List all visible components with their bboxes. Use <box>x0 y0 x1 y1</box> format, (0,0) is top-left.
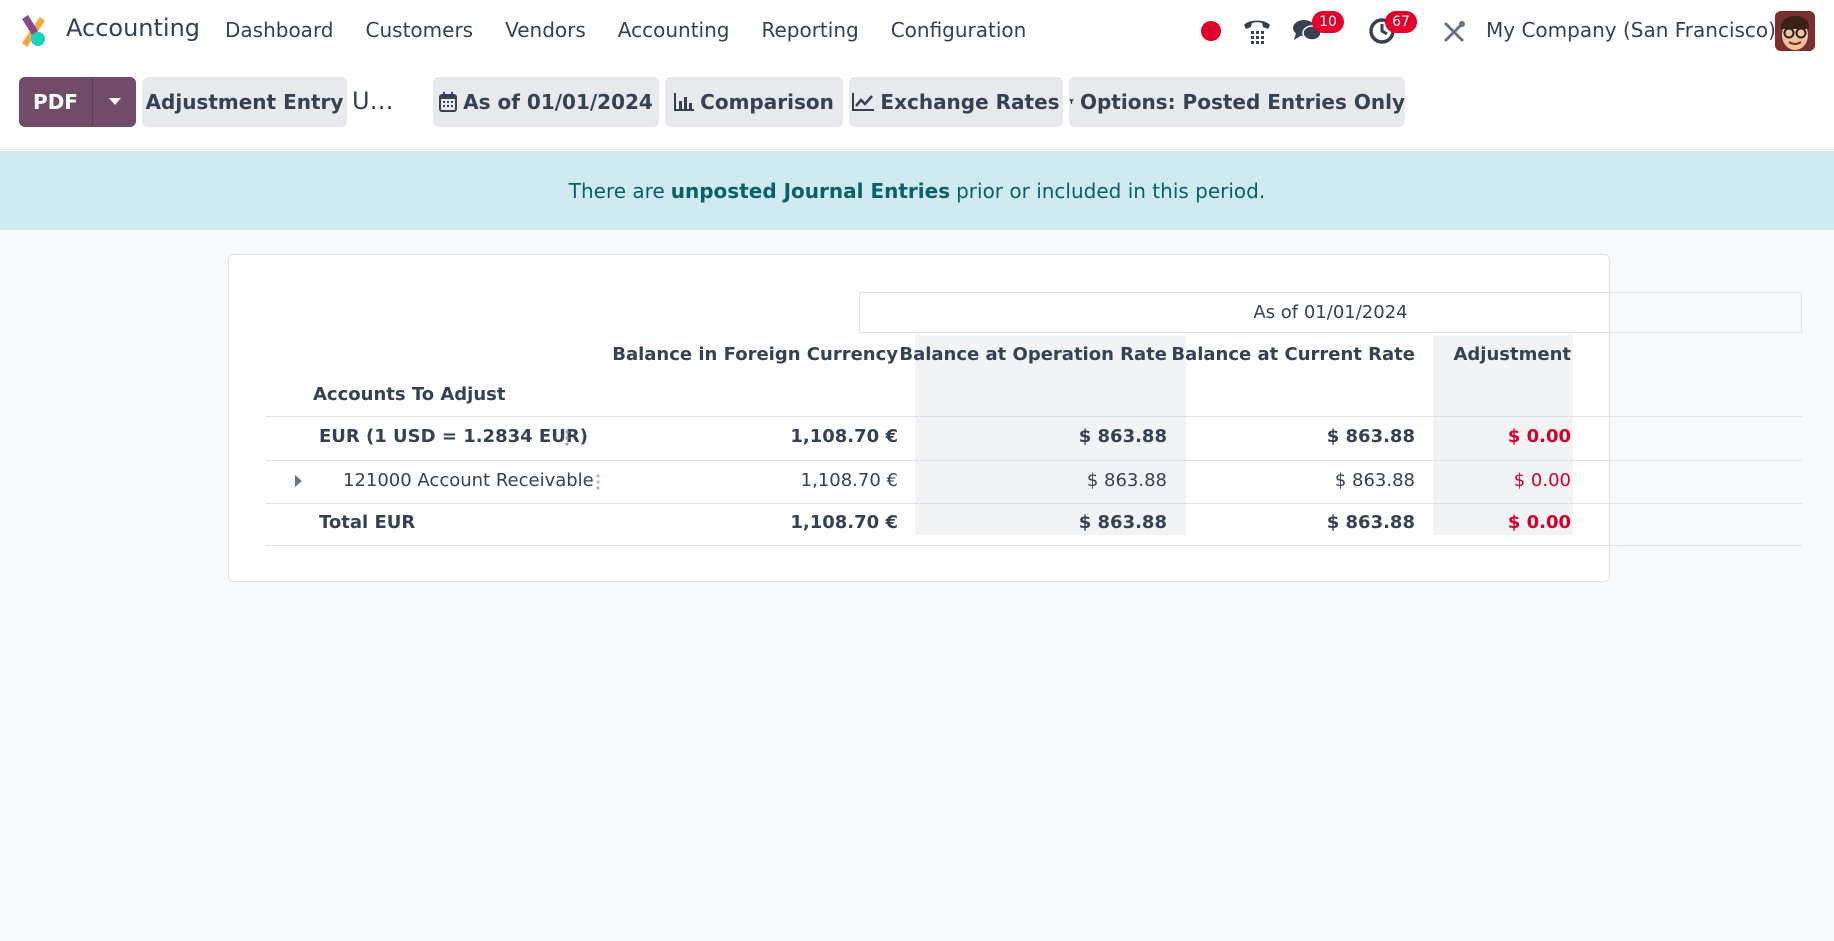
kebab-menu-icon[interactable] <box>596 473 600 491</box>
recording-dot-icon[interactable] <box>1201 21 1221 41</box>
period-header: As of 01/01/2024 <box>859 292 1802 333</box>
line-chart-icon <box>852 93 875 111</box>
calendar-icon <box>439 92 458 112</box>
menu-reporting[interactable]: Reporting <box>761 18 858 42</box>
truncated-report-title: U… <box>352 87 394 115</box>
top-navbar: Accounting Dashboard Customers Vendors A… <box>0 0 1834 62</box>
account-operation-balance: $ 863.88 <box>1086 470 1167 491</box>
filter-icon <box>1069 99 1074 105</box>
col-balance-foreign: Balance in Foreign Currency <box>612 344 898 365</box>
app-name[interactable]: Accounting <box>66 14 200 42</box>
phone-icon[interactable] <box>1241 16 1273 46</box>
options-filter-label: Options: Posted Entries Only <box>1079 90 1405 114</box>
total-foreign-balance: 1,108.70 € <box>790 512 898 533</box>
activities-badge: 67 <box>1385 11 1417 33</box>
exchange-rates-button[interactable]: Exchange Rates <box>849 77 1063 127</box>
total-current-balance: $ 863.88 <box>1326 512 1415 533</box>
accounts-to-adjust-header: Accounts To Adjust <box>313 384 506 405</box>
options-filter-button[interactable]: Options: Posted Entries Only <box>1069 77 1405 127</box>
eur-current-balance: $ 863.88 <box>1326 426 1415 447</box>
eur-operation-balance: $ 863.88 <box>1078 426 1167 447</box>
main-menu: Dashboard Customers Vendors Accounting R… <box>225 18 1058 42</box>
eur-adjustment: $ 0.00 <box>1507 426 1571 447</box>
tools-icon[interactable] <box>1441 19 1467 45</box>
total-eur-label: Total EUR <box>319 512 416 533</box>
eur-group-label[interactable]: EUR (1 USD = 1.2834 EUR) <box>319 426 588 447</box>
alert-prefix: There are <box>568 178 665 203</box>
exchange-rates-label: Exchange Rates <box>880 90 1060 114</box>
row-divider <box>266 460 1802 461</box>
comparison-button[interactable]: Comparison <box>665 77 843 127</box>
menu-configuration[interactable]: Configuration <box>891 18 1027 42</box>
row-divider <box>266 503 1802 504</box>
kebab-menu-icon[interactable] <box>565 429 569 447</box>
account-adjustment: $ 0.00 <box>1513 470 1571 491</box>
messages-badge: 10 <box>1312 11 1344 33</box>
total-operation-balance: $ 863.88 <box>1078 512 1167 533</box>
bar-chart-icon <box>674 93 695 111</box>
total-adjustment: $ 0.00 <box>1507 512 1571 533</box>
menu-accounting[interactable]: Accounting <box>618 18 730 42</box>
report-card: As of 01/01/2024 Balance in Foreign Curr… <box>228 254 1802 582</box>
row-divider <box>266 545 1802 546</box>
expand-caret-icon[interactable] <box>295 475 302 487</box>
account-foreign-balance: 1,108.70 € <box>800 470 898 491</box>
accounting-app-icon[interactable] <box>18 13 50 47</box>
menu-dashboard[interactable]: Dashboard <box>225 18 334 42</box>
pdf-dropdown-toggle[interactable] <box>92 77 136 127</box>
control-panel: PDF Adjustment Entry U… As of 01/01/2024… <box>0 62 1834 150</box>
pdf-button[interactable]: PDF <box>19 77 92 127</box>
eur-foreign-balance: 1,108.70 € <box>790 426 898 447</box>
date-filter-label: As of 01/01/2024 <box>463 90 653 114</box>
menu-vendors[interactable]: Vendors <box>505 18 586 42</box>
avatar[interactable] <box>1775 11 1815 51</box>
menu-customers[interactable]: Customers <box>366 18 474 42</box>
col-balance-operation-rate: Balance at Operation Rate <box>899 344 1167 365</box>
unposted-entries-link[interactable]: unposted Journal Entries <box>671 179 950 203</box>
col-balance-current-rate: Balance at Current Rate <box>1171 344 1415 365</box>
adjustment-entry-button[interactable]: Adjustment Entry <box>142 77 347 127</box>
alert-suffix: prior or included in this period. <box>956 178 1266 203</box>
col-adjustment: Adjustment <box>1453 344 1571 365</box>
comparison-label: Comparison <box>700 90 834 114</box>
caret-down-icon <box>108 98 121 105</box>
unposted-entries-alert: There are unposted Journal Entries prior… <box>0 151 1834 230</box>
account-current-balance: $ 863.88 <box>1334 470 1415 491</box>
account-receivable-label[interactable]: 121000 Account Receivable <box>343 470 594 491</box>
row-divider <box>266 416 1802 417</box>
company-switcher[interactable]: My Company (San Francisco) <box>1486 18 1776 42</box>
date-filter-button[interactable]: As of 01/01/2024 <box>433 77 659 127</box>
